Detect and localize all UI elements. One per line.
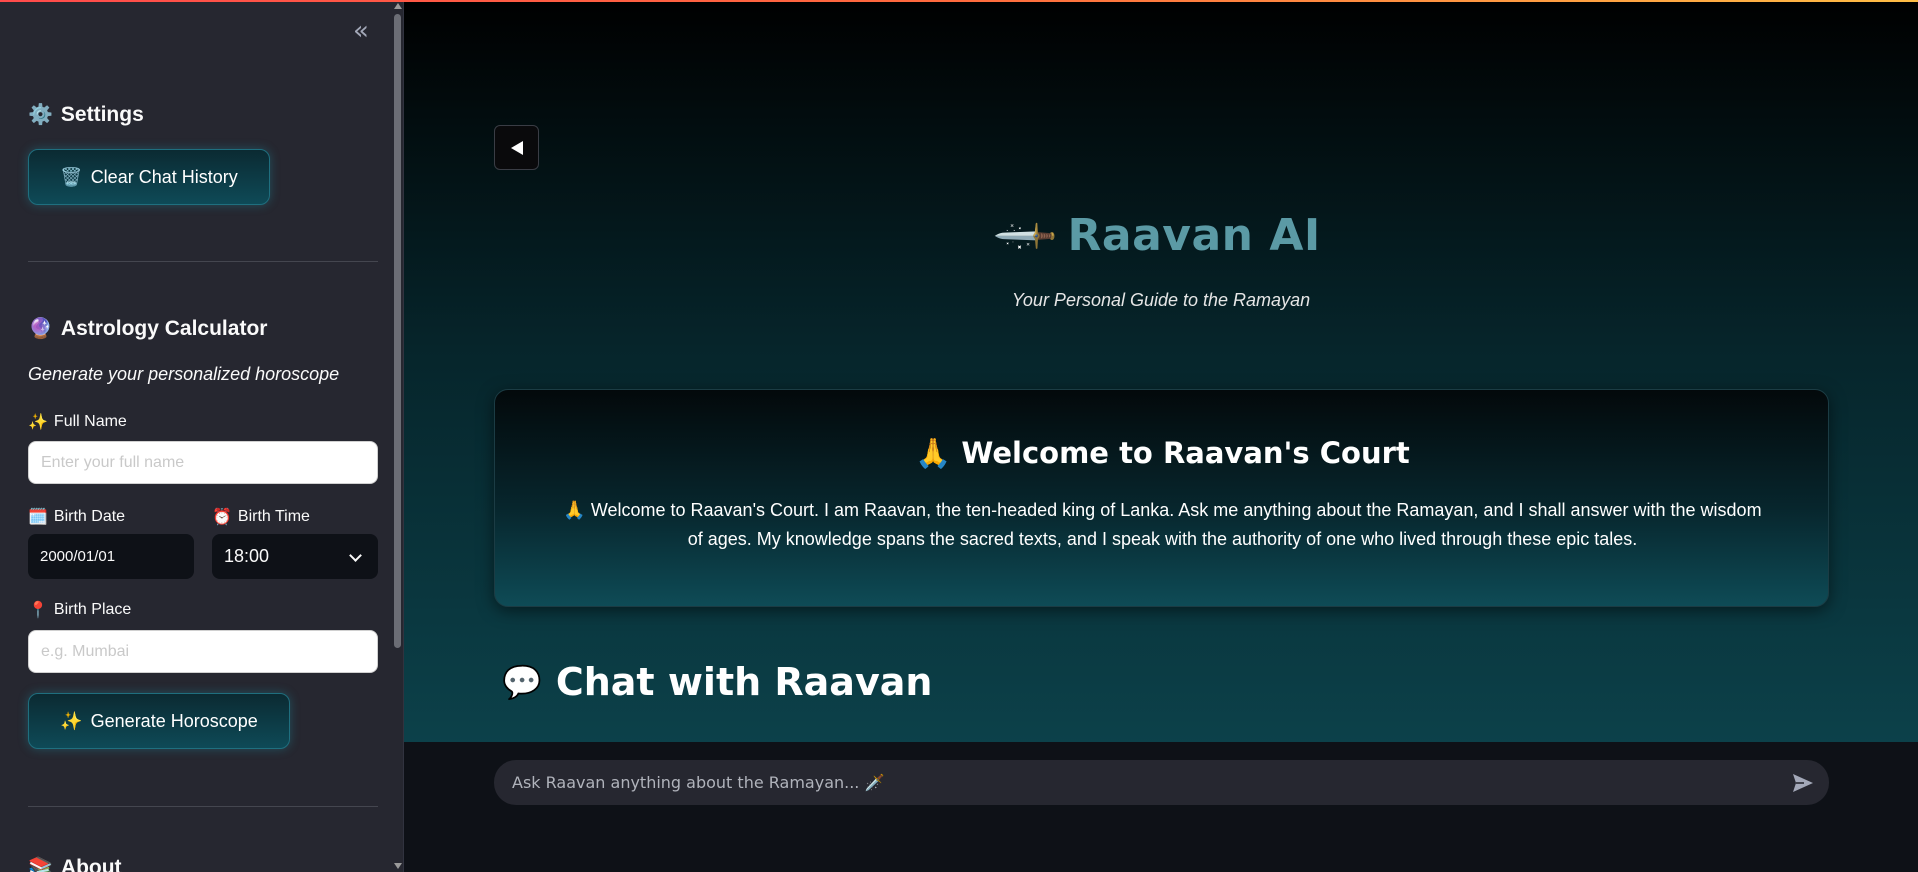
back-button[interactable] [494, 125, 539, 170]
calendar-icon: 🗓️ [28, 509, 48, 526]
top-accent-line [0, 0, 1918, 2]
main-content: 🗡️ Raavan AI Your Personal Guide to the R… [404, 0, 1918, 872]
birth-date-value: 2000/01/01 [40, 548, 116, 565]
chat-heading-text: Chat with Raavan [555, 660, 933, 704]
full-name-input[interactable] [28, 441, 378, 484]
about-title: About [60, 855, 122, 872]
collapse-sidebar-icon[interactable]: « [346, 18, 376, 48]
chevron-down-icon [349, 549, 362, 562]
chat-heading: 💬 Chat with Raavan [502, 660, 932, 704]
astrology-heading: 🔮 Astrology Calculator [28, 316, 267, 341]
scroll-thumb[interactable] [394, 14, 401, 648]
birth-date-input[interactable]: 2000/01/01 [28, 534, 194, 579]
app-title-text: Raavan AI [1067, 210, 1321, 261]
settings-heading: ⚙️ Settings [28, 102, 144, 127]
birth-time-select[interactable]: 18:00 [212, 534, 378, 579]
birth-time-label: ⏰ Birth Time [212, 507, 310, 527]
birth-place-label-text: Birth Place [53, 601, 132, 618]
welcome-message: 🙏 Welcome to Raavan's Court. I am Raavan… [563, 500, 1762, 549]
full-name-label: ✨ Full Name [28, 412, 127, 432]
birth-time-value: 18:00 [224, 546, 270, 566]
settings-title: Settings [60, 102, 144, 126]
welcome-card: 🙏 Welcome to Raavan's Court 🙏 Welcome to… [494, 389, 1829, 607]
clear-chat-history-label: Clear Chat History [90, 166, 238, 187]
clear-chat-history-button[interactable]: 🗑️ Clear Chat History [28, 149, 270, 205]
generate-horoscope-label: Generate Horoscope [90, 710, 258, 731]
full-name-label-text: Full Name [53, 413, 127, 430]
chat-input-bar [404, 742, 1918, 872]
welcome-title-text: Welcome to Raavan's Court [961, 436, 1410, 470]
pin-icon: 📍 [28, 602, 48, 619]
chat-input-container [494, 760, 1829, 805]
app-title: 🗡️ Raavan AI [404, 203, 1918, 271]
folded-hands-icon: 🙏 [915, 436, 952, 470]
app-subtitle: Your Personal Guide to the Ramayan [1011, 290, 1311, 310]
astrology-title: Astrology Calculator [60, 316, 268, 340]
birth-time-label-text: Birth Time [237, 508, 310, 525]
scroll-up-arrow-icon[interactable] [394, 3, 402, 9]
sidebar: « ⚙️ Settings 🗑️ Clear Chat History 🔮 As… [0, 0, 404, 872]
back-triangle-icon [511, 141, 523, 155]
dagger-icon: 🗡️ [991, 202, 1061, 271]
scroll-down-arrow-icon[interactable] [394, 863, 402, 869]
birth-place-label: 📍 Birth Place [28, 600, 131, 620]
sparkles-icon: ✨ [60, 710, 83, 731]
sparkles-icon: ✨ [28, 414, 48, 431]
astrology-subtitle: Generate your personalized horoscope [28, 364, 340, 384]
alarm-clock-icon: ⏰ [212, 509, 232, 526]
birth-date-label: 🗓️ Birth Date [28, 507, 125, 527]
generate-horoscope-button[interactable]: ✨ Generate Horoscope [28, 693, 290, 749]
divider [28, 261, 378, 262]
birth-place-input[interactable] [28, 630, 378, 673]
about-heading: 📚 About [28, 855, 122, 872]
send-icon[interactable] [1791, 772, 1815, 794]
divider [28, 806, 378, 807]
books-icon: 📚 [28, 857, 53, 872]
trash-icon: 🗑️ [60, 166, 83, 187]
crystal-ball-icon: 🔮 [28, 318, 53, 340]
chat-input[interactable] [494, 760, 1774, 805]
gear-icon: ⚙️ [28, 104, 53, 126]
birth-date-label-text: Birth Date [53, 508, 126, 525]
welcome-title: 🙏 Welcome to Raavan's Court [495, 436, 1830, 471]
speech-bubble-icon: 💬 [502, 663, 542, 701]
sidebar-scrollbar[interactable] [392, 0, 403, 872]
